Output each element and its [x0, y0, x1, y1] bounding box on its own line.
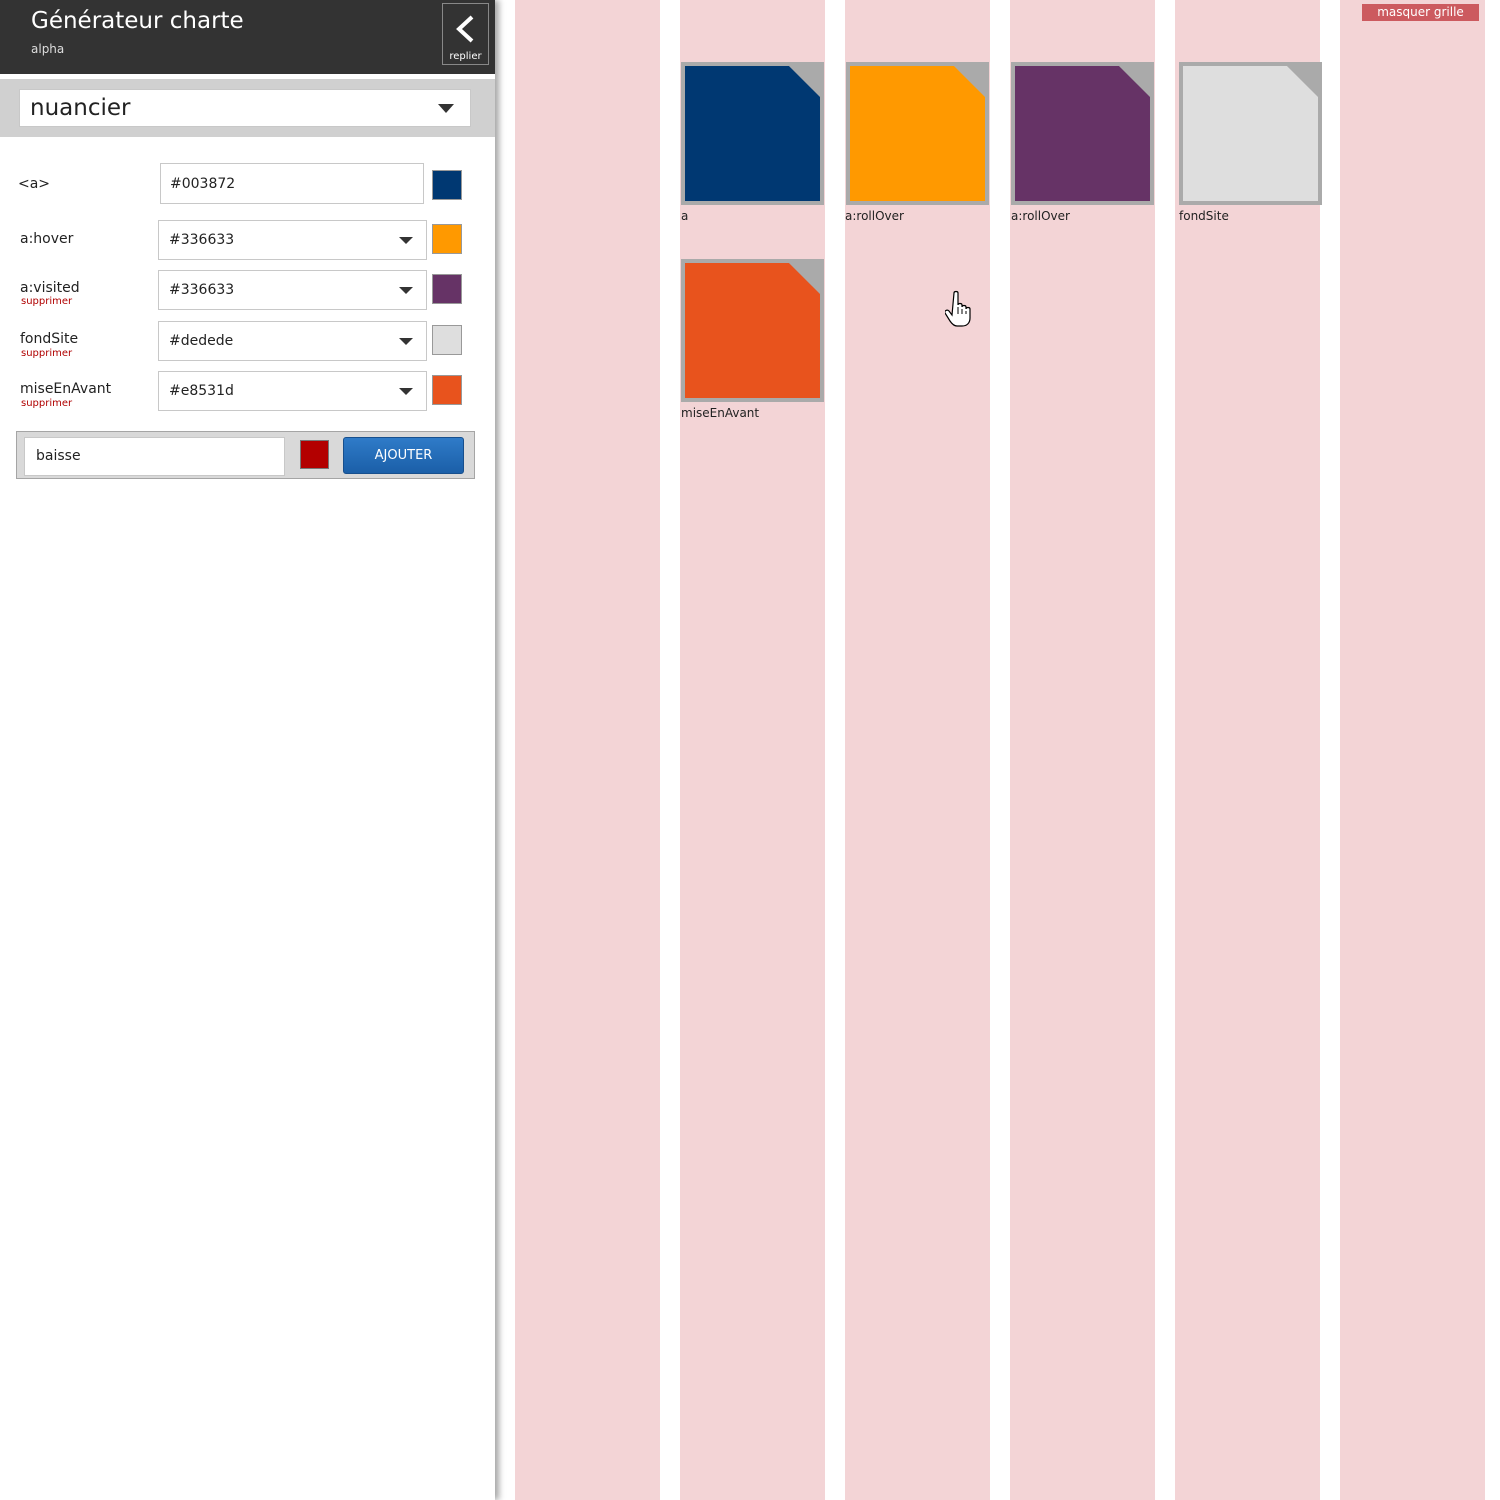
- add-button[interactable]: AJOUTER: [343, 437, 464, 474]
- color-value-select[interactable]: #336633: [158, 220, 427, 260]
- color-swatch[interactable]: [432, 375, 462, 405]
- tile-label: a: [681, 209, 689, 223]
- mode-select-value: nuancier: [30, 95, 131, 121]
- row-label: <a>: [18, 176, 51, 192]
- chevron-down-icon: [438, 104, 454, 113]
- color-row: <a> #003872: [0, 163, 495, 204]
- color-row: fondSite supprimer #dedede: [0, 321, 495, 361]
- app-title: Générateur charte: [31, 8, 244, 34]
- color-value-text: #e8531d: [169, 383, 234, 399]
- side-panel: Générateur charte alpha replier nuancier…: [0, 0, 495, 1500]
- panel-header: Générateur charte alpha replier: [0, 0, 495, 74]
- new-color-name-value: baisse: [36, 448, 81, 464]
- tile-label: a:rollOver: [845, 209, 904, 223]
- new-color-name-input[interactable]: baisse: [24, 437, 285, 476]
- color-row: a:hover #336633: [0, 220, 495, 260]
- mode-selector-band: nuancier: [0, 79, 495, 137]
- color-value-text: #003872: [170, 176, 236, 192]
- chevron-down-icon: [399, 388, 413, 395]
- collapse-label: replier: [449, 51, 482, 62]
- delete-link[interactable]: supprimer: [21, 348, 72, 359]
- color-swatch[interactable]: [432, 274, 462, 304]
- color-tile[interactable]: [1011, 62, 1154, 205]
- app-subtitle: alpha: [31, 42, 65, 56]
- grid-column: [1340, 0, 1485, 1500]
- row-label: fondSite: [20, 331, 79, 347]
- color-row: miseEnAvant supprimer #e8531d: [0, 371, 495, 411]
- delete-link[interactable]: supprimer: [21, 296, 72, 307]
- tile-label: fondSite: [1179, 209, 1229, 223]
- grid-column: [515, 0, 660, 1500]
- new-color-swatch[interactable]: [300, 440, 329, 469]
- color-tile[interactable]: [1179, 62, 1322, 205]
- color-tile[interactable]: [681, 62, 824, 205]
- tile-swatch: [685, 66, 820, 201]
- color-swatch[interactable]: [432, 170, 462, 200]
- chevron-left-icon: [456, 15, 474, 43]
- chevron-down-icon: [399, 287, 413, 294]
- row-label: miseEnAvant: [20, 381, 112, 397]
- hand-cursor-icon: [945, 290, 971, 327]
- delete-link[interactable]: supprimer: [21, 398, 72, 409]
- tile-label: miseEnAvant: [681, 406, 760, 420]
- row-label: a:hover: [20, 231, 74, 247]
- mode-select[interactable]: nuancier: [19, 89, 471, 127]
- color-swatch[interactable]: [432, 224, 462, 254]
- color-value-input[interactable]: #003872: [160, 163, 424, 204]
- tile-swatch: [1015, 66, 1150, 201]
- color-value-text: #dedede: [169, 333, 234, 349]
- color-value-text: #336633: [169, 282, 235, 298]
- grid-column: [1175, 0, 1320, 1500]
- tile-swatch: [685, 263, 820, 398]
- hide-grid-button[interactable]: masquer grille: [1362, 4, 1479, 21]
- chevron-down-icon: [399, 338, 413, 345]
- tile-swatch: [850, 66, 985, 201]
- color-value-select[interactable]: #e8531d: [158, 371, 427, 411]
- color-tile[interactable]: [681, 259, 824, 402]
- color-tile[interactable]: [846, 62, 989, 205]
- chevron-down-icon: [399, 237, 413, 244]
- color-value-select[interactable]: #336633: [158, 270, 427, 310]
- color-value-select[interactable]: #dedede: [158, 321, 427, 361]
- grid-column: [1010, 0, 1155, 1500]
- color-swatch[interactable]: [432, 325, 462, 355]
- grid-column: [845, 0, 990, 1500]
- color-row: a:visited supprimer #336633: [0, 270, 495, 310]
- add-color-form: baisse AJOUTER: [16, 431, 475, 479]
- color-value-text: #336633: [169, 232, 235, 248]
- collapse-button[interactable]: replier: [442, 3, 489, 65]
- row-label: a:visited: [20, 280, 80, 296]
- tile-swatch: [1183, 66, 1318, 201]
- tile-label: a:rollOver: [1011, 209, 1070, 223]
- grid-column: [680, 0, 825, 1500]
